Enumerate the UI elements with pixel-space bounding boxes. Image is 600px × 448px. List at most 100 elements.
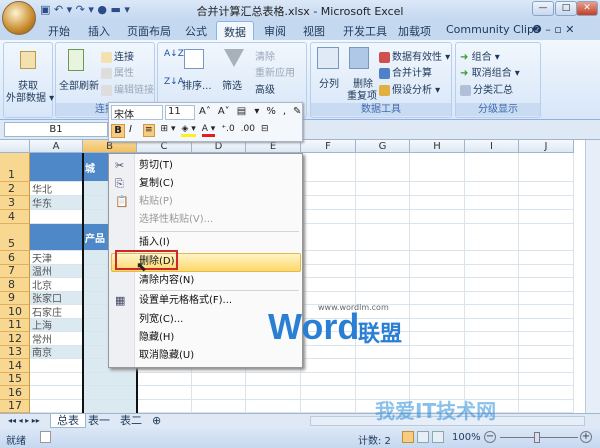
cell-H8[interactable] xyxy=(410,278,465,292)
center-align-icon[interactable]: ≡ xyxy=(143,124,155,137)
quick-access-toolbar[interactable]: ▣ ↶ ▾ ↷ ▾ ● ▬ ▾ xyxy=(40,3,130,16)
cell-C15[interactable] xyxy=(137,372,192,386)
row-header-3[interactable]: 3 xyxy=(0,196,30,210)
cell-J11[interactable] xyxy=(519,318,574,332)
consolidate-button[interactable]: 合并计算 xyxy=(379,64,432,79)
close-button[interactable]: ✕ xyxy=(576,1,598,16)
tab-addins[interactable]: 加载项 xyxy=(398,23,431,39)
bold-button[interactable]: B xyxy=(111,124,125,138)
row-header-14[interactable]: 14 xyxy=(0,359,30,373)
cell-J12[interactable] xyxy=(519,332,574,346)
sort-descending-button[interactable]: Z↓A xyxy=(164,77,184,87)
menu-item-0[interactable]: 剪切(T) xyxy=(139,157,173,175)
new-sheet-button[interactable]: ⊕ xyxy=(146,414,167,428)
subtotal-button[interactable]: 分类汇总 xyxy=(460,81,513,96)
vertical-scrollbar[interactable] xyxy=(585,140,600,413)
format-painter-icon[interactable]: ✎ xyxy=(293,106,301,117)
cell-I2[interactable] xyxy=(465,182,519,196)
minimize-button[interactable]: — xyxy=(532,1,554,16)
cell-A3[interactable]: 华东 xyxy=(30,196,83,210)
page-layout-view-icon[interactable] xyxy=(417,431,429,443)
cell-A2[interactable]: 华北 xyxy=(30,182,83,196)
cell-J9[interactable] xyxy=(519,291,574,305)
menu-item-9[interactable]: 隐藏(H) xyxy=(139,329,174,347)
cell-F16[interactable] xyxy=(301,386,356,400)
cell-J7[interactable] xyxy=(519,264,574,278)
cell-F17[interactable] xyxy=(301,399,356,413)
column-header-I[interactable]: I xyxy=(465,140,519,153)
cell-H15[interactable] xyxy=(410,372,465,386)
cell-F7[interactable] xyxy=(301,264,356,278)
cell-F6[interactable] xyxy=(301,251,356,265)
page-break-view-icon[interactable] xyxy=(432,431,444,443)
cell-F3[interactable] xyxy=(301,196,356,210)
cell-A17[interactable] xyxy=(30,399,83,413)
cell-G2[interactable] xyxy=(356,182,410,196)
select-all-corner[interactable] xyxy=(0,140,30,153)
percent-icon[interactable]: % xyxy=(266,106,276,117)
cell-G6[interactable] xyxy=(356,251,410,265)
font-color-icon[interactable]: A ▾ xyxy=(201,124,216,137)
office-button[interactable] xyxy=(2,1,36,35)
cell-J5[interactable] xyxy=(519,224,574,251)
cell-I4[interactable] xyxy=(465,210,519,224)
column-header-J[interactable]: J xyxy=(519,140,574,153)
cell-H6[interactable] xyxy=(410,251,465,265)
zoom-level[interactable]: 100% xyxy=(452,432,481,443)
cell-D15[interactable] xyxy=(192,372,246,386)
group-button[interactable]: ➜ 组合 ▾ xyxy=(460,48,500,63)
cell-E17[interactable] xyxy=(246,399,301,413)
normal-view-icon[interactable] xyxy=(402,431,414,443)
row-header-17[interactable]: 17 xyxy=(0,399,30,413)
borders-icon[interactable]: ⊞ ▾ xyxy=(161,124,176,137)
ungroup-button[interactable]: ➜ 取消组合 ▾ xyxy=(460,64,520,79)
cell-I15[interactable] xyxy=(465,372,519,386)
properties-button[interactable]: 属性 xyxy=(101,64,134,79)
cell-A1[interactable] xyxy=(30,153,83,182)
row-header-13[interactable]: 13 xyxy=(0,345,30,359)
reapply-button[interactable]: 重新应用 xyxy=(255,64,295,79)
cell-H11[interactable] xyxy=(410,318,465,332)
cell-H13[interactable] xyxy=(410,345,465,359)
tab-developer[interactable]: 开发工具 xyxy=(343,23,387,39)
cell-F15[interactable] xyxy=(301,372,356,386)
tab-view[interactable]: 视图 xyxy=(303,23,325,39)
cell-I8[interactable] xyxy=(465,278,519,292)
ribbon-window-controls[interactable]: ❷ – ▫ ✕ xyxy=(532,23,575,36)
maximize-button[interactable]: □ xyxy=(555,1,577,16)
cell-E15[interactable] xyxy=(246,372,301,386)
sheet-tab-2[interactable]: 表二 xyxy=(114,414,148,428)
row-header-10[interactable]: 10 xyxy=(0,305,30,319)
data-validation-button[interactable]: 数据有效性 ▾ xyxy=(379,48,450,63)
row-header-11[interactable]: 11 xyxy=(0,318,30,332)
menu-item-10[interactable]: 取消隐藏(U) xyxy=(139,347,194,365)
cell-J4[interactable] xyxy=(519,210,574,224)
edit-links-button[interactable]: 编辑链接 xyxy=(101,81,154,96)
grow-font-icon[interactable]: A˄ xyxy=(199,106,211,117)
cell-D17[interactable] xyxy=(192,399,246,413)
cell-J2[interactable] xyxy=(519,182,574,196)
cell-J6[interactable] xyxy=(519,251,574,265)
menu-item-6[interactable]: 清除内容(N) xyxy=(139,272,194,290)
tab-community-clips[interactable]: Community Clips xyxy=(446,23,540,36)
cell-H5[interactable] xyxy=(410,224,465,251)
tab-data[interactable]: 数据 xyxy=(216,21,254,40)
cell-H7[interactable] xyxy=(410,264,465,278)
cell-G5[interactable] xyxy=(356,224,410,251)
cell-I10[interactable] xyxy=(465,305,519,319)
cell-F2[interactable] xyxy=(301,182,356,196)
cell-G1[interactable] xyxy=(356,153,410,182)
cell-I12[interactable] xyxy=(465,332,519,346)
text-to-columns-button[interactable]: 分列 xyxy=(319,75,339,90)
cell-I1[interactable] xyxy=(465,153,519,182)
cell-H14[interactable] xyxy=(410,359,465,373)
row-header-15[interactable]: 15 xyxy=(0,372,30,386)
cell-F1[interactable] xyxy=(301,153,356,182)
cell-J10[interactable] xyxy=(519,305,574,319)
cell-A14[interactable] xyxy=(30,359,83,373)
cell-A5[interactable] xyxy=(30,224,83,251)
column-header-A[interactable]: A xyxy=(30,140,83,153)
menu-item-3[interactable]: 选择性粘贴(V)... xyxy=(139,211,213,229)
tab-review[interactable]: 审阅 xyxy=(264,23,286,39)
cell-F4[interactable] xyxy=(301,210,356,224)
